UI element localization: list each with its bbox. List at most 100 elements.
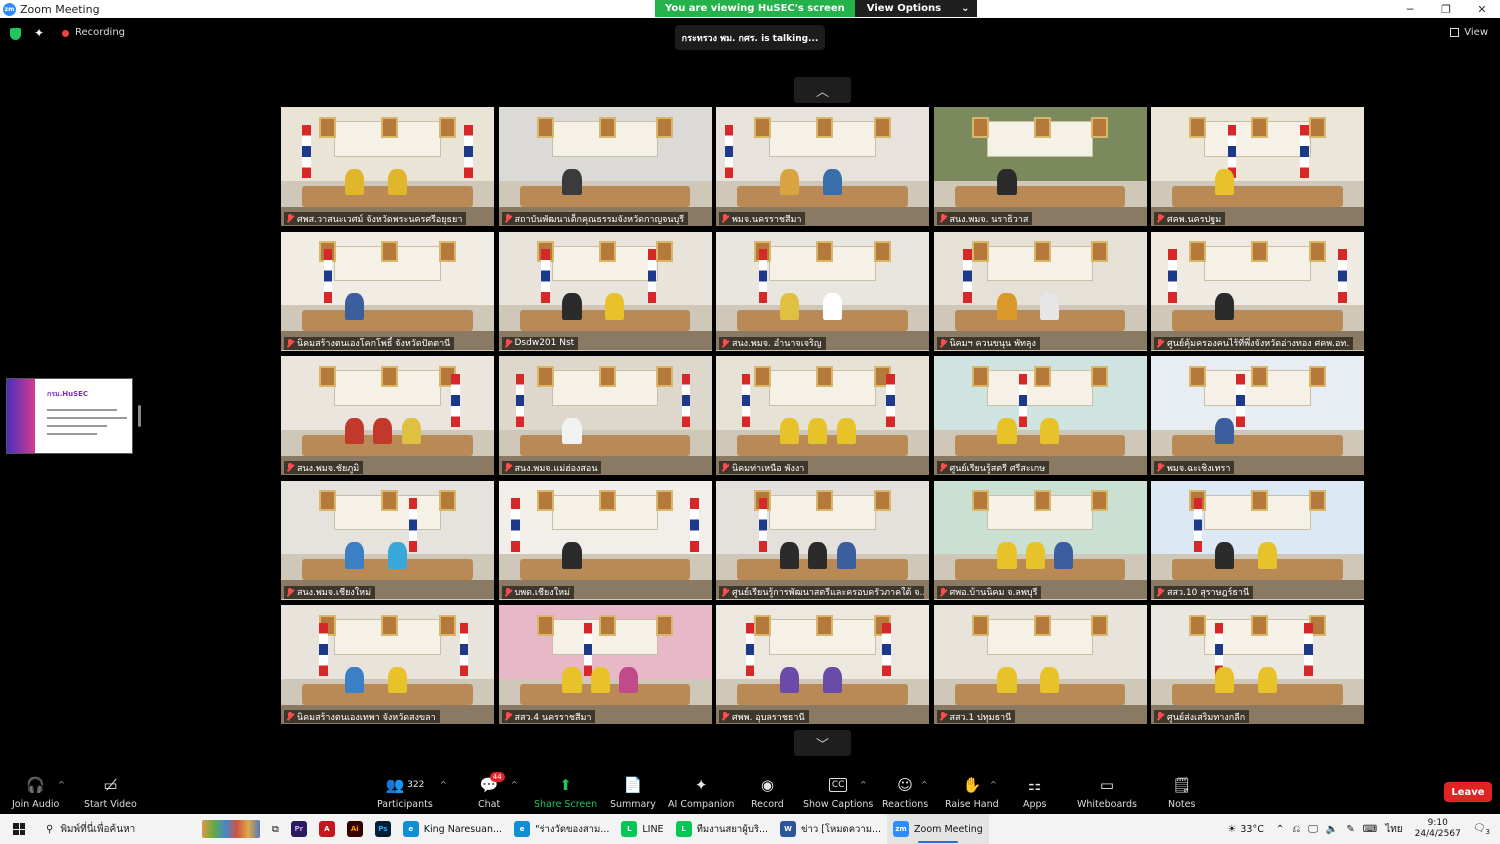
thai-flag [408,498,418,552]
participant-video-tile[interactable]: พมจ.ฉะเชิงเทรา [1151,356,1364,475]
audio-options-caret-icon[interactable]: ^ [58,780,65,789]
premiere-app[interactable]: Pr [285,814,313,844]
raise-hand-caret-icon[interactable]: ^ [990,780,997,789]
participant-person [1257,542,1277,569]
acrobat-app[interactable]: A [313,814,341,844]
participant-video-tile[interactable]: สสว.1 ปทุมธานี [933,605,1147,724]
start-button[interactable] [0,814,38,844]
weather-temp[interactable]: 33°C [1240,824,1263,835]
window-controls: ─ ❐ ✕ [1392,0,1500,18]
view-button[interactable]: View [1450,27,1488,38]
participant-video-tile[interactable]: ศูนย์เรียนรู้สตรี ศรีสะเกษ [933,356,1147,475]
minimize-button[interactable]: ─ [1392,0,1428,18]
participant-video-tile[interactable]: นิคมสร้างตนเองโคกโพธิ์ จังหวัดปัตตานี [281,231,494,351]
apps-button[interactable]: ⚏ Apps [1023,774,1047,810]
participant-video-tile[interactable]: ศูนย์เรียนรู้การพัฒนาสตรีและครอบครัวภาคใ… [716,480,929,600]
mic-muted-icon [1156,463,1164,472]
participant-person [562,542,582,569]
participant-video-tile[interactable]: ศูนย์ส่งเสริมทางกลีก [1151,605,1364,724]
participant-name-tag: ศพอ.บ้านนิคม จ.ลพบุรี [936,585,1042,599]
wall-portrait [1251,490,1269,512]
recording-label[interactable]: Recording [75,27,125,38]
keyboard-icon[interactable]: ⌨ [1363,824,1377,835]
start-video-button[interactable]: ▭̸ Start Video [84,774,137,810]
security-shield-icon[interactable] [10,28,21,40]
participant-video-tile[interactable]: ศพอ.บ้านนิคม จ.ลพบุรี [933,480,1147,600]
reactions-caret-icon[interactable]: ^ [921,780,928,789]
participant-name-tag: ศูนย์เรียนรู้สตรี ศรีสะเกษ [936,461,1050,474]
clock-date: 24/4/2567 [1414,829,1461,839]
participant-video-tile[interactable]: สถาบันพัฒนาเด็กคุณธรรมจังหวัดกาญจนบุรี [498,107,712,226]
chat-caret-icon[interactable]: ^ [511,780,518,789]
participant-video-tile[interactable]: สนง.พมจ.แม่ฮ่องสอน [498,356,712,475]
close-button[interactable]: ✕ [1464,0,1500,18]
share-screen-button[interactable]: ⬆ Share Screen [534,774,597,810]
language-indicator[interactable]: ไทย [1385,822,1402,837]
photoshop-app[interactable]: Ps [369,814,397,844]
taskbar-app[interactable]: e King Naresuan... [397,814,508,844]
books-widget[interactable] [196,814,266,844]
viewing-screen-label: You are viewing HuSEC's screen [655,0,855,17]
network-icon[interactable]: ⎌ [1292,824,1300,835]
page-down-button[interactable]: ﹀ [794,730,851,756]
task-view-button[interactable]: ⧉ [266,814,285,844]
view-options-button[interactable]: View Options ⌄ [854,0,978,17]
notes-button[interactable]: 🗒 Notes [1168,774,1195,810]
volume-icon[interactable]: 🔈 [1326,824,1338,835]
participant-video-tile[interactable]: ศพพ. อุบลราชธานี [716,605,929,724]
join-audio-button[interactable]: 🎧 Join Audio [12,774,59,810]
participant-name: ศูนย์ส่งเสริมทางกลีก [1167,712,1246,723]
participants-button[interactable]: 👥 322 Participants [377,774,433,810]
window-title: Zoom Meeting [20,2,100,16]
captions-caret-icon[interactable]: ^ [860,780,867,789]
participant-video-tile[interactable]: สนง.พมจ.เชียงใหม่ [281,480,494,600]
participant-video-tile[interactable]: สสว.10 สุราษฎร์ธานี [1151,480,1364,600]
show-captions-label: Show Captions [803,799,874,810]
restore-button[interactable]: ❐ [1428,0,1464,18]
mic-muted-icon [939,338,947,348]
chevron-up-icon[interactable]: ⌃ [1276,824,1284,835]
taskbar-app[interactable]: e "ร่างวัดของสาม... [508,814,615,844]
taskbar-app[interactable]: L ทีมงานสยาผู้บริ... [670,814,774,844]
summary-button[interactable]: 📄 Summary [610,774,656,810]
taskbar-app[interactable]: W ข่าว [โหมดความ... [774,814,887,844]
taskbar-app[interactable]: zm Zoom Meeting [887,814,989,844]
pen-icon[interactable]: ✎ [1346,824,1354,835]
taskbar-search[interactable]: ⚲ พิมพ์ที่นี่เพื่อค้นหา [38,814,196,844]
participant-video-tile[interactable]: บพด.เชียงใหม่ [498,480,712,600]
active-speaker-indicator: กระทรวง พม. กศร. is talking... [675,25,825,50]
clock[interactable]: 9:10 24/4/2567 [1415,818,1461,840]
participant-video-tile[interactable]: นิคมท่าเหนือ พังงา [716,356,929,475]
thumbnail-resize-handle[interactable] [138,405,141,427]
participant-video-tile[interactable]: สนง.พมจ. อำนาจเจริญ [716,231,929,351]
view-options-label: View Options [866,3,942,14]
participant-video-tile[interactable]: นิคมสร้างตนเองเทพา จังหวัดสงขลา [281,605,494,724]
record-button[interactable]: ◉ Record [751,774,784,810]
display-icon[interactable]: 🖵 [1308,824,1318,835]
participant-video-tile[interactable]: ศคพ.นครปฐม [1151,107,1364,226]
participant-video-tile[interactable]: ศูนย์คุ้มครองคนไร้ที่พึ่งจังหวัดอ่างทอง … [1151,231,1364,351]
mic-muted-icon [721,587,729,597]
chat-button[interactable]: 💬 44 Chat [478,772,505,810]
participant-video-tile[interactable]: นิคมฯ ควนขนุน พัทลุง [933,231,1147,351]
participant-video-tile[interactable]: พมจ.นครราชสีมา [716,107,929,226]
participant-video-tile[interactable]: ศพส.วาสนะเวศม์ จังหวัดพระนครศรีอยุธยา [281,107,494,226]
taskbar-app[interactable]: L LINE [615,814,669,844]
page-up-button[interactable]: ︿ [794,77,851,103]
participant-person [779,666,800,694]
ai-sparkle-icon[interactable]: ✦ [34,26,44,40]
notifications-icon[interactable]: 🗨3 [1473,823,1490,836]
shared-screen-thumbnail[interactable]: กรม.HuSEC [6,378,133,454]
wall-portrait [438,490,456,512]
participant-name: สนง.พมจ. นราธิวาส [949,214,1029,225]
illustrator-app[interactable]: Ai [341,814,369,844]
leave-button[interactable]: Leave [1444,782,1492,802]
participant-video-tile[interactable]: สนง.พมจ.ชัยภูมิ [281,356,494,475]
whiteboards-button[interactable]: ▭ Whiteboards [1077,774,1137,810]
participant-video-tile[interactable]: สนง.พมจ. นราธิวาส [933,107,1147,226]
participant-video-tile[interactable]: Dsdw201 Nst [498,231,712,351]
meeting-table [1172,310,1343,332]
ai-companion-button[interactable]: ✦ AI Companion [668,774,734,810]
participants-caret-icon[interactable]: ^ [440,780,447,789]
participant-video-tile[interactable]: สสว.4 นครราชสีมา [498,605,712,724]
